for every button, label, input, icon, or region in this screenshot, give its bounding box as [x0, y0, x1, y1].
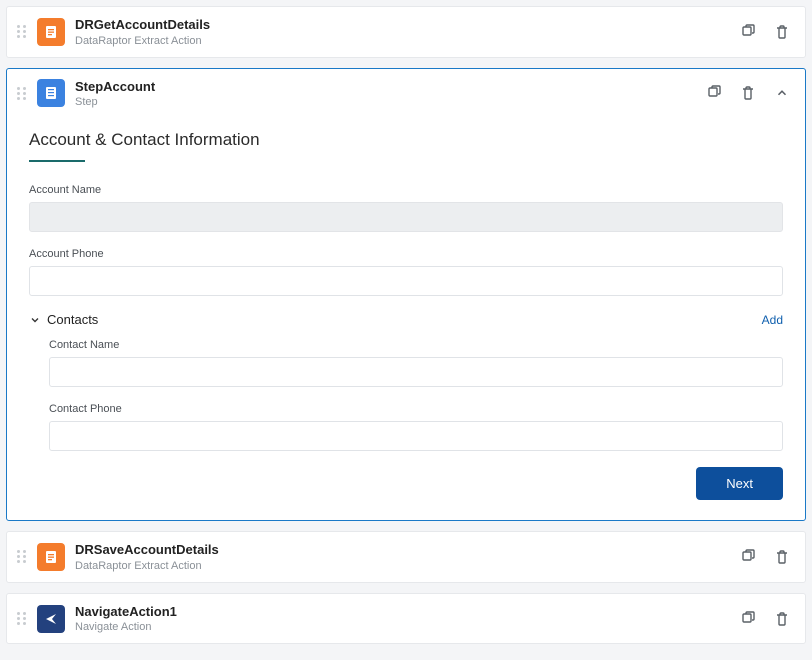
element-type: Step	[75, 96, 705, 108]
contacts-toggle[interactable]: Contacts	[29, 312, 98, 327]
title-underline	[29, 160, 85, 162]
add-contact-link[interactable]: Add	[762, 313, 783, 327]
element-name: DRSaveAccountDetails	[75, 542, 739, 558]
field-contact-name: Contact Name	[49, 339, 783, 387]
element-actions	[705, 84, 791, 102]
chevron-down-icon	[29, 314, 41, 326]
delete-icon[interactable]	[773, 610, 791, 628]
chevron-up-icon[interactable]	[773, 84, 791, 102]
element-header: DRSaveAccountDetails DataRaptor Extract …	[7, 532, 805, 582]
element-card[interactable]: DRGetAccountDetails DataRaptor Extract A…	[6, 6, 806, 58]
element-actions	[739, 23, 791, 41]
field-account-name: Account Name	[29, 184, 783, 232]
account-phone-label: Account Phone	[29, 248, 783, 260]
account-name-input[interactable]	[29, 202, 783, 232]
element-actions	[739, 610, 791, 628]
button-row: Next	[29, 467, 783, 500]
element-name: StepAccount	[75, 79, 705, 95]
step-body: Account & Contact Information Account Na…	[7, 118, 805, 520]
clone-icon[interactable]	[739, 23, 757, 41]
contacts-header: Contacts Add	[29, 312, 783, 327]
contact-phone-label: Contact Phone	[49, 403, 783, 415]
element-titles: DRSaveAccountDetails DataRaptor Extract …	[75, 542, 739, 572]
contact-block: Contact Name Contact Phone	[29, 339, 783, 451]
element-header: StepAccount Step	[7, 69, 805, 119]
element-name: DRGetAccountDetails	[75, 17, 739, 33]
account-phone-input[interactable]	[29, 266, 783, 296]
delete-icon[interactable]	[773, 548, 791, 566]
delete-icon[interactable]	[739, 84, 757, 102]
drag-handle-icon[interactable]	[15, 83, 31, 103]
element-titles: NavigateAction1 Navigate Action	[75, 604, 739, 634]
element-type: DataRaptor Extract Action	[75, 35, 739, 47]
element-type: DataRaptor Extract Action	[75, 560, 739, 572]
element-name: NavigateAction1	[75, 604, 739, 620]
element-type: Navigate Action	[75, 621, 739, 633]
dataraptor-icon	[37, 543, 65, 571]
navigate-icon	[37, 605, 65, 633]
element-card[interactable]: NavigateAction1 Navigate Action	[6, 593, 806, 645]
element-actions	[739, 548, 791, 566]
contact-phone-input[interactable]	[49, 421, 783, 451]
contact-name-input[interactable]	[49, 357, 783, 387]
contacts-label: Contacts	[47, 312, 98, 327]
drag-handle-icon[interactable]	[15, 22, 31, 42]
element-titles: DRGetAccountDetails DataRaptor Extract A…	[75, 17, 739, 47]
field-contact-phone: Contact Phone	[49, 403, 783, 451]
element-header: NavigateAction1 Navigate Action	[7, 594, 805, 644]
drag-handle-icon[interactable]	[15, 547, 31, 567]
section-title: Account & Contact Information	[29, 122, 783, 160]
element-header: DRGetAccountDetails DataRaptor Extract A…	[7, 7, 805, 57]
next-button[interactable]: Next	[696, 467, 783, 500]
clone-icon[interactable]	[739, 548, 757, 566]
drag-handle-icon[interactable]	[15, 609, 31, 629]
element-card[interactable]: DRSaveAccountDetails DataRaptor Extract …	[6, 531, 806, 583]
clone-icon[interactable]	[739, 610, 757, 628]
field-account-phone: Account Phone	[29, 248, 783, 296]
account-name-label: Account Name	[29, 184, 783, 196]
contact-name-label: Contact Name	[49, 339, 783, 351]
delete-icon[interactable]	[773, 23, 791, 41]
element-titles: StepAccount Step	[75, 79, 705, 109]
clone-icon[interactable]	[705, 84, 723, 102]
element-card-active[interactable]: StepAccount Step Account & Contact Infor…	[6, 68, 806, 522]
dataraptor-icon	[37, 18, 65, 46]
step-icon	[37, 79, 65, 107]
